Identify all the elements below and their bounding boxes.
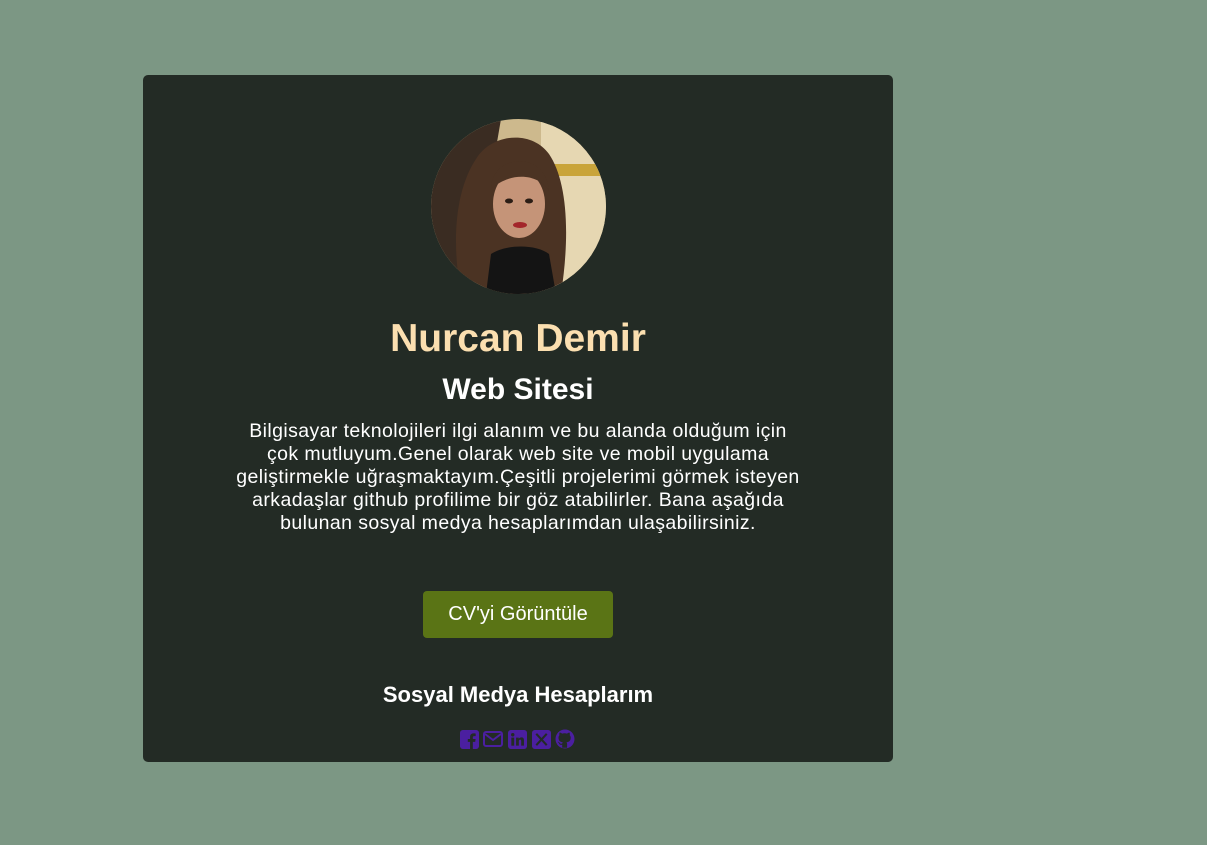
profile-subtitle: Web Sitesi <box>442 373 594 406</box>
view-cv-button[interactable]: CV'yi Görüntüle <box>423 591 613 638</box>
mail-icon[interactable] <box>483 728 503 750</box>
linkedin-icon[interactable] <box>507 728 527 750</box>
social-media-title: Sosyal Medya Hesaplarım <box>382 682 654 707</box>
x-twitter-icon[interactable] <box>531 728 551 750</box>
github-icon[interactable] <box>555 728 575 750</box>
facebook-icon[interactable] <box>459 728 479 750</box>
profile-bio: Bilgisayar teknolojileri ilgi alanım ve … <box>236 420 800 534</box>
profile-avatar <box>431 119 606 294</box>
social-icons-row <box>459 728 575 750</box>
profile-card: Nurcan Demir Web Sitesi Bilgisayar tekno… <box>143 75 893 762</box>
profile-name: Nurcan Demir <box>390 317 646 360</box>
